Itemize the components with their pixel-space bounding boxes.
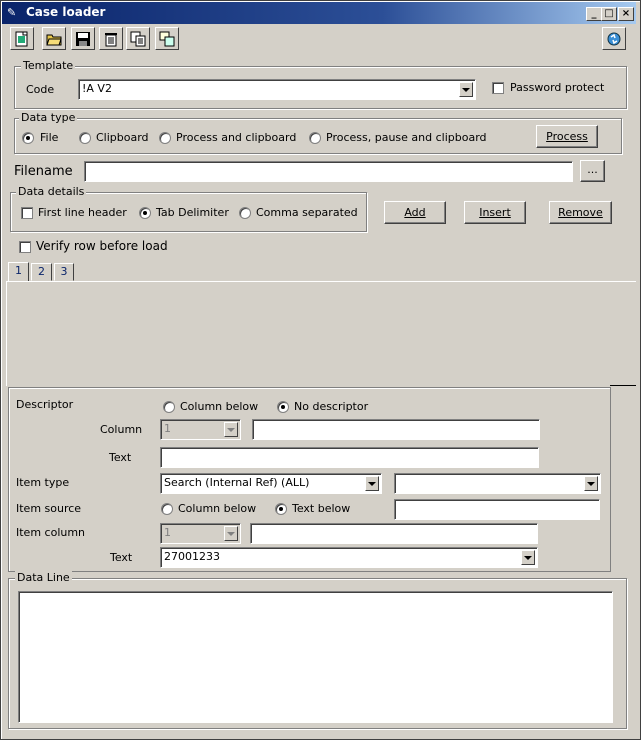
no-descriptor-radio[interactable] bbox=[277, 401, 289, 413]
item-text-dropdown[interactable]: 27001233 bbox=[160, 547, 538, 568]
item-type-dropdown[interactable]: Search (Internal Ref) (ALL) bbox=[160, 473, 382, 494]
data-type-clipboard-label: Clipboard bbox=[96, 131, 149, 144]
code-dropdown[interactable]: !A V2 bbox=[78, 79, 476, 100]
code-label: Code bbox=[26, 83, 55, 96]
descriptor-column-below-radio[interactable] bbox=[163, 401, 175, 413]
data-type-clipboard-radio[interactable] bbox=[79, 132, 91, 144]
verify-row-label: Verify row before load bbox=[36, 239, 168, 253]
remove-button[interactable]: Remove bbox=[549, 201, 612, 224]
descriptor-column-dropdown: 1 bbox=[160, 419, 241, 440]
chevron-down-icon[interactable] bbox=[459, 82, 473, 97]
template-legend: Template bbox=[21, 59, 76, 72]
data-line-legend: Data Line bbox=[15, 571, 72, 584]
comma-separated-label: Comma separated bbox=[256, 206, 358, 219]
item-source-text-input[interactable] bbox=[394, 499, 600, 520]
item-type-label: Item type bbox=[16, 476, 70, 489]
delete-icon bbox=[105, 32, 117, 46]
descriptor-label: Descriptor bbox=[16, 398, 74, 411]
title-bar[interactable]: ✎ Case loader _ □ × bbox=[2, 2, 636, 24]
tab-2[interactable]: 2 bbox=[31, 263, 52, 281]
first-line-header-label: First line header bbox=[38, 206, 127, 219]
descriptor-column-text-input[interactable] bbox=[252, 419, 540, 440]
data-type-file-label: File bbox=[40, 131, 59, 144]
item-text-value: 27001233 bbox=[164, 550, 220, 563]
tab-panel-divider bbox=[610, 385, 636, 386]
item-source-label: Item source bbox=[16, 502, 82, 515]
chevron-down-icon[interactable] bbox=[584, 476, 598, 491]
item-column-label: Item column bbox=[16, 526, 86, 539]
item-source-column-below-radio[interactable] bbox=[161, 503, 173, 515]
item-column-text-input[interactable] bbox=[250, 523, 538, 544]
minimize-button[interactable]: _ bbox=[586, 7, 602, 21]
tab-panel bbox=[6, 281, 636, 387]
item-text-label: Text bbox=[110, 551, 133, 564]
item-column-value: 1 bbox=[164, 526, 171, 539]
descriptor-text-input[interactable] bbox=[160, 447, 539, 468]
new-icon bbox=[15, 31, 28, 46]
item-type-value: Search (Internal Ref) (ALL) bbox=[164, 476, 310, 489]
maximize-button[interactable]: □ bbox=[601, 7, 617, 21]
item-source-column-below-label: Column below bbox=[178, 502, 257, 515]
save-icon bbox=[76, 31, 90, 46]
tab-delimiter-radio[interactable] bbox=[139, 207, 151, 219]
chevron-down-icon bbox=[224, 422, 238, 437]
process-button[interactable]: Process bbox=[536, 125, 598, 148]
app-icon: ✎ bbox=[7, 6, 17, 19]
descriptor-column-below-label: Column below bbox=[180, 400, 259, 413]
close-button[interactable]: × bbox=[618, 7, 634, 21]
tab-panel-edge bbox=[6, 281, 7, 386]
descriptor-column-value: 1 bbox=[164, 422, 171, 435]
delete-button[interactable] bbox=[99, 27, 123, 50]
copy-button[interactable] bbox=[126, 27, 150, 50]
tab-1[interactable]: 1 bbox=[8, 262, 29, 281]
descriptor-text-label: Text bbox=[109, 451, 132, 464]
save-button[interactable] bbox=[71, 27, 95, 50]
chevron-down-icon bbox=[224, 526, 238, 541]
paste-icon bbox=[159, 31, 175, 46]
copy-icon bbox=[130, 31, 146, 46]
data-type-file-radio[interactable] bbox=[22, 132, 34, 144]
refresh-button[interactable] bbox=[602, 27, 626, 50]
filename-label: Filename bbox=[14, 164, 73, 179]
filename-input[interactable] bbox=[84, 161, 573, 182]
password-protect-label: Password protect bbox=[510, 81, 605, 94]
new-button[interactable] bbox=[10, 27, 34, 50]
item-source-text-below-radio[interactable] bbox=[275, 503, 287, 515]
password-protect-checkbox[interactable] bbox=[492, 82, 504, 94]
data-details-legend: Data details bbox=[16, 185, 87, 198]
open-icon bbox=[46, 34, 62, 45]
chevron-down-icon[interactable] bbox=[365, 476, 379, 491]
tab-delimiter-label: Tab Delimiter bbox=[156, 206, 229, 219]
data-type-legend: Data type bbox=[19, 111, 78, 124]
item-source-text-below-label: Text below bbox=[292, 502, 351, 515]
data-type-process-clipboard-radio[interactable] bbox=[159, 132, 171, 144]
verify-row-checkbox[interactable] bbox=[19, 241, 31, 253]
add-button[interactable]: Add bbox=[384, 201, 446, 224]
data-line-textarea[interactable] bbox=[18, 591, 613, 723]
window-title: Case loader bbox=[26, 5, 106, 19]
browse-button[interactable]: ... bbox=[580, 160, 605, 182]
first-line-header-checkbox[interactable] bbox=[21, 207, 33, 219]
item-column-dropdown: 1 bbox=[160, 523, 241, 544]
no-descriptor-label: No descriptor bbox=[294, 400, 369, 413]
refresh-icon bbox=[607, 32, 621, 45]
code-value: !A V2 bbox=[82, 82, 112, 95]
descriptor-column-label: Column bbox=[100, 423, 143, 436]
data-type-process-pause-radio[interactable] bbox=[309, 132, 321, 144]
data-type-process-pause-label: Process, pause and clipboard bbox=[326, 131, 487, 144]
data-type-process-clipboard-label: Process and clipboard bbox=[176, 131, 297, 144]
item-type-extra-dropdown[interactable] bbox=[394, 473, 601, 494]
open-button[interactable] bbox=[42, 27, 66, 50]
tab-3[interactable]: 3 bbox=[54, 263, 74, 281]
chevron-down-icon[interactable] bbox=[521, 550, 535, 565]
insert-button[interactable]: Insert bbox=[464, 201, 526, 224]
paste-button[interactable] bbox=[155, 27, 179, 50]
comma-separated-radio[interactable] bbox=[239, 207, 251, 219]
